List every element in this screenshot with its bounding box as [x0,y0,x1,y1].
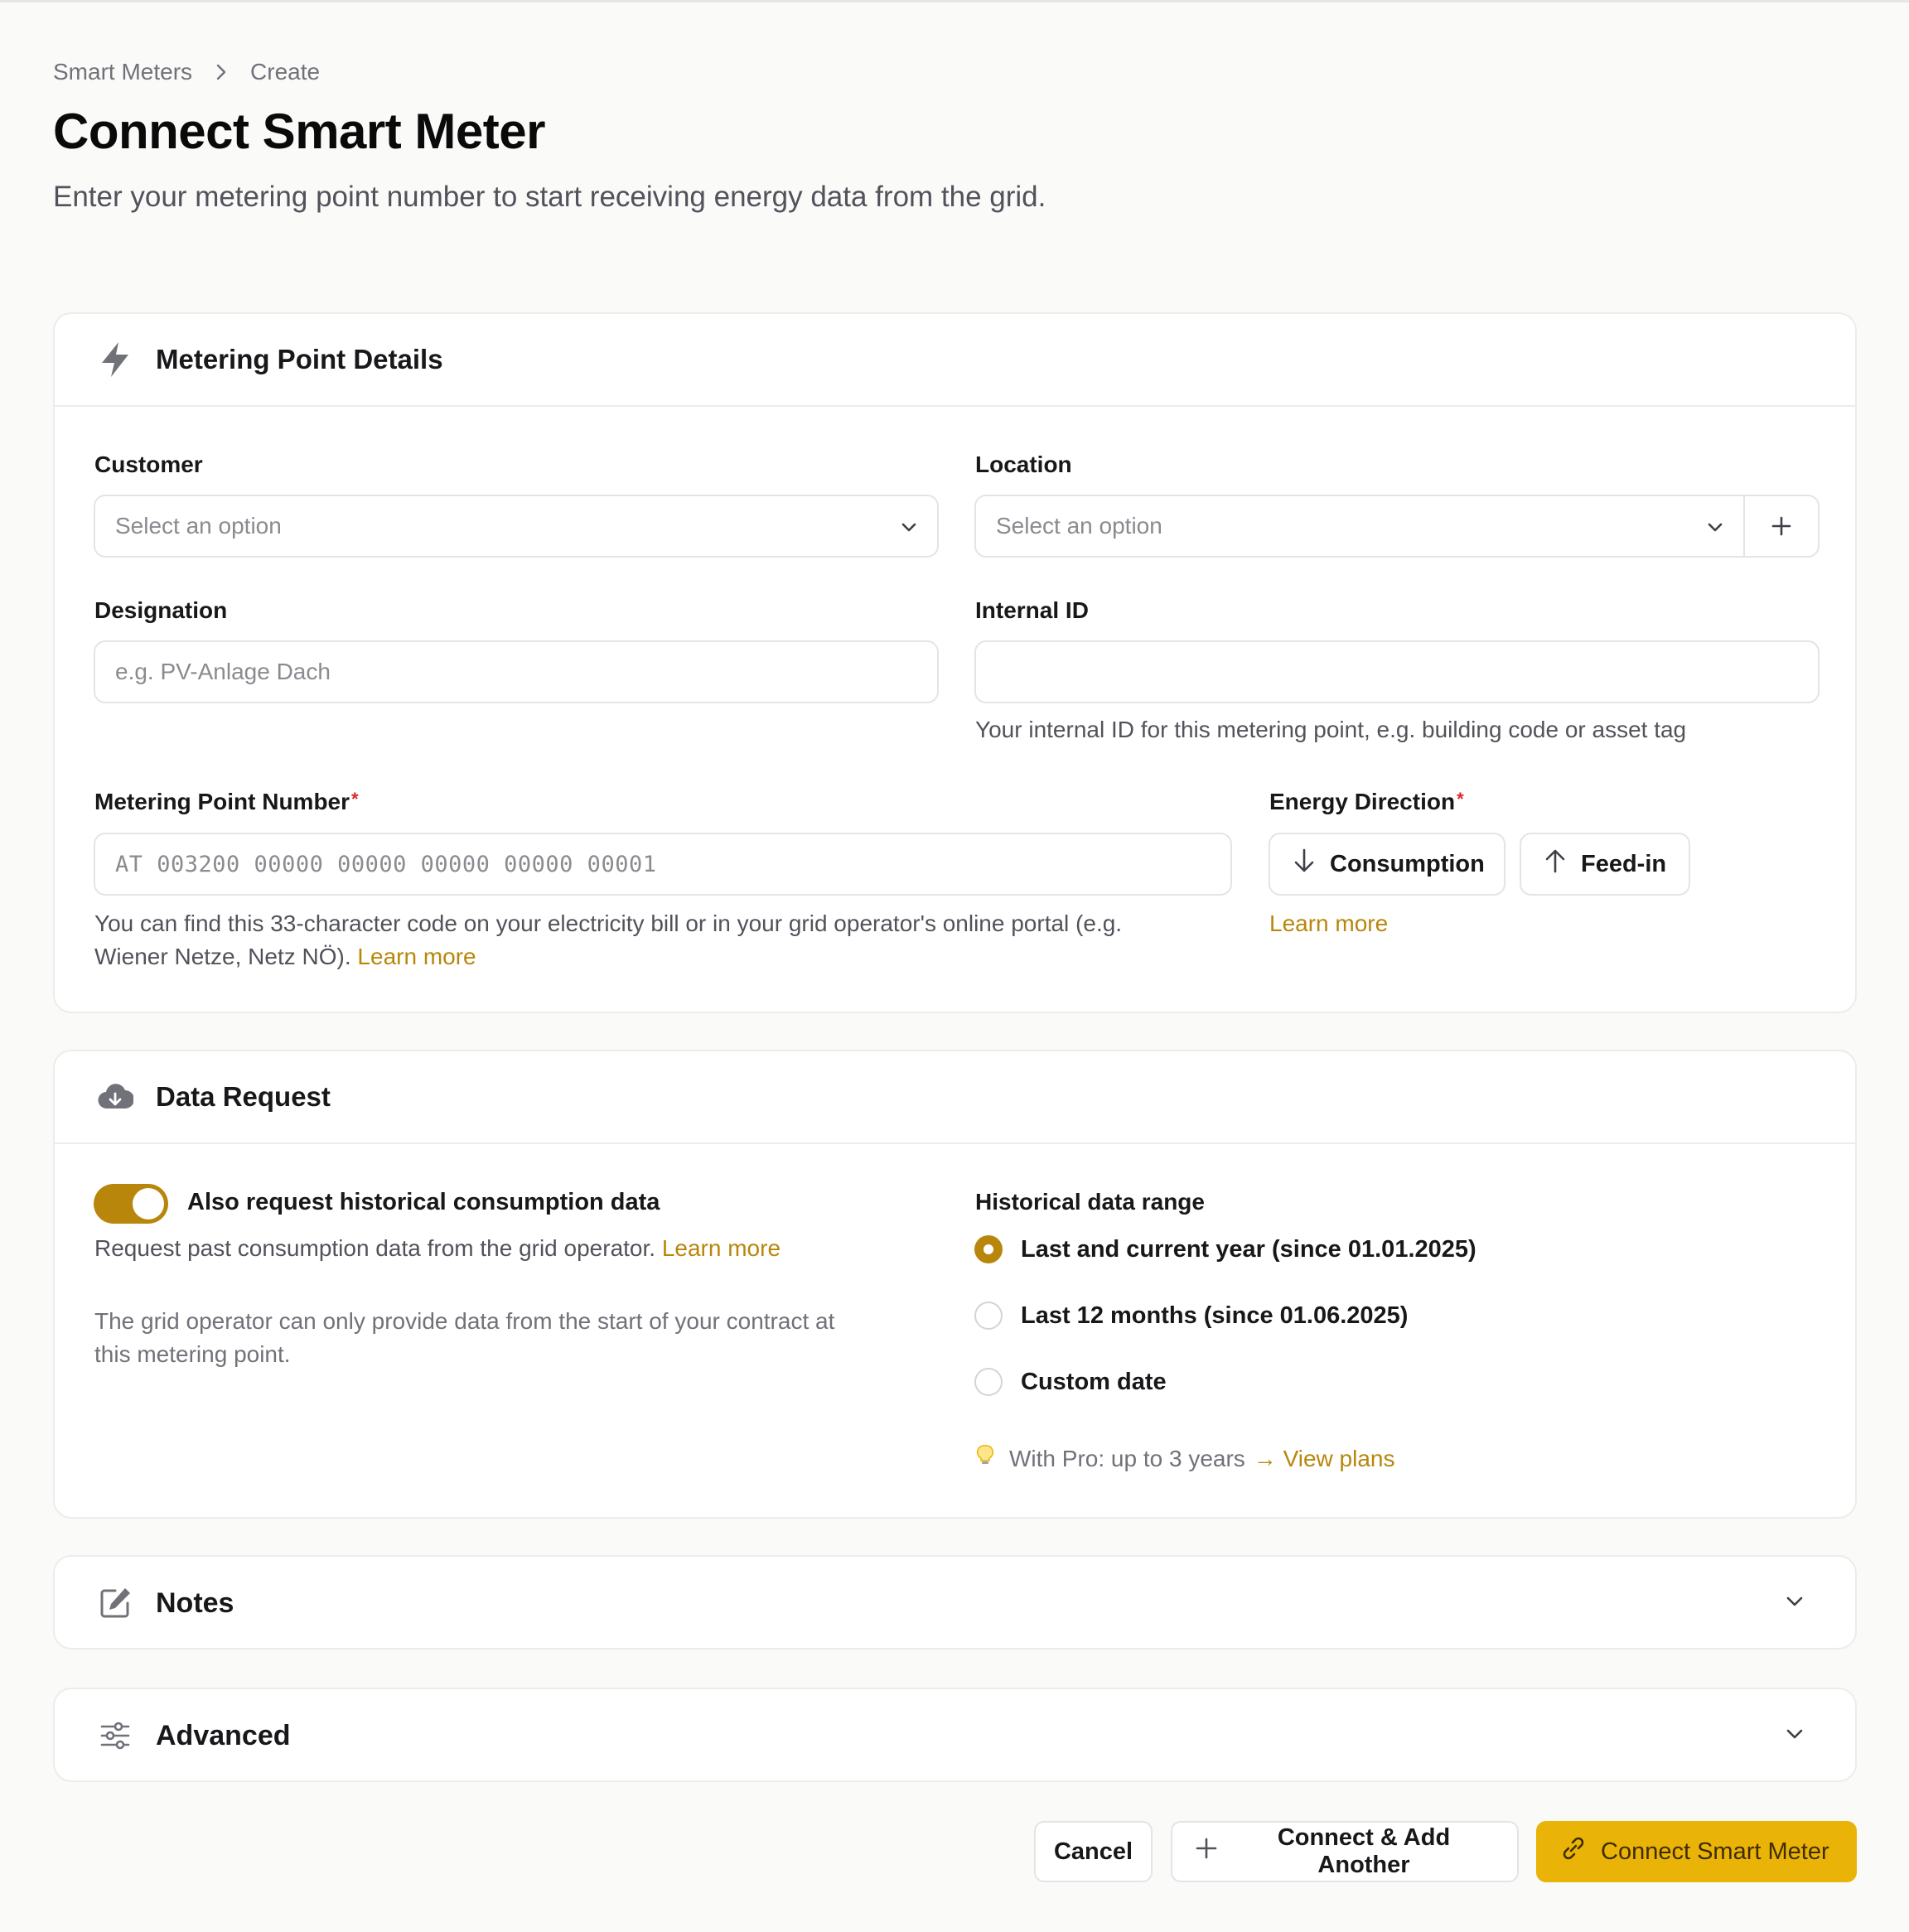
pro-upsell-note: With Pro: up to 3 years → View plans [976,1444,1394,1473]
chevron-right-icon [214,63,229,81]
historical-range-label: Historical data range [975,1189,1205,1215]
cloud-download-icon [96,1078,134,1116]
location-label: Location [975,452,1072,477]
direction-learn-more-link[interactable]: Learn more [1269,907,1388,940]
historical-learn-more-link[interactable]: Learn more [662,1235,781,1261]
pro-note-text: With Pro: up to 3 years [1009,1445,1245,1471]
arrow-up-icon [1543,848,1568,881]
breadcrumb: Smart Meters Create [53,56,320,89]
chevron-down-icon [1784,1591,1805,1616]
breadcrumb-create: Create [250,59,321,85]
internal-id-hint: Your internal ID for this metering point… [975,717,1687,742]
mpn-hint-line1: You can find this 33-character code on y… [94,910,1123,936]
page-subtitle: Enter your metering point number to star… [53,181,1046,213]
radio-custom-date[interactable]: Custom date [974,1368,1167,1396]
historical-description-text: Request past consumption data from the g… [94,1235,656,1261]
connect-smart-meter-label: Connect Smart Meter [1601,1838,1829,1865]
advanced-card[interactable]: Advanced [53,1688,1857,1782]
plus-icon [1194,1836,1219,1867]
designation-input[interactable]: e.g. PV-Anlage Dach [94,640,939,703]
mpn-placeholder: AT 003200 00000 00000 00000 00000 00001 [115,851,657,877]
customer-select[interactable]: Select an option [94,495,939,558]
radio-unselected [974,1302,1003,1330]
card-title: Metering Point Details [156,344,443,374]
required-marker: * [351,789,359,809]
radio-label: Custom date [1021,1368,1167,1395]
feed-in-label: Feed-in [1581,850,1667,877]
location-select[interactable]: Select an option [974,495,1820,558]
mpn-input[interactable]: AT 003200 00000 00000 00000 00000 00001 [94,833,1232,896]
data-request-header: Data Request [55,1051,1855,1144]
feed-in-button[interactable]: Feed-in [1520,833,1690,896]
edit-icon [96,1584,134,1622]
page-title: Connect Smart Meter [53,104,545,159]
notes-card[interactable]: Notes [53,1555,1857,1649]
mpn-label: Metering Point Number* [94,789,359,815]
add-location-button[interactable] [1743,496,1818,556]
data-request-card: Data Request Also request historical con… [53,1050,1857,1519]
internal-id-input[interactable] [974,640,1820,703]
historical-description: Request past consumption data from the g… [94,1232,781,1265]
plus-icon [1771,516,1791,536]
connect-add-another-button[interactable]: Connect & Add Another [1171,1821,1519,1882]
mpn-label-text: Metering Point Number [94,789,350,814]
metering-point-header: Metering Point Details [55,314,1855,407]
metering-point-card: Metering Point Details Customer Select a… [53,312,1857,1013]
designation-label: Designation [94,597,228,623]
notes-header[interactable]: Notes [55,1557,1855,1649]
consumption-button[interactable]: Consumption [1269,833,1505,896]
sliders-icon [96,1717,134,1755]
radio-unselected [974,1368,1003,1396]
chevron-down-icon [1784,1723,1805,1749]
breadcrumb-smart-meters[interactable]: Smart Meters [53,59,192,85]
energy-direction-label: Energy Direction* [1269,789,1464,815]
toggle-label: Also request historical consumption data [187,1189,660,1215]
chevron-down-icon [1705,516,1725,543]
note-line1: The grid operator can only provide data … [94,1308,835,1334]
radio-last-current-year[interactable]: Last and current year (since 01.01.2025) [974,1235,1476,1263]
consumption-label: Consumption [1330,850,1485,877]
radio-label: Last and current year (since 01.01.2025) [1021,1235,1476,1263]
mpn-learn-more-link[interactable]: Learn more [357,944,476,969]
toggle-knob [133,1188,164,1220]
arrow-down-icon [1292,848,1317,881]
grid-operator-note: The grid operator can only provide data … [94,1305,923,1371]
note-line2: this metering point. [94,1341,291,1367]
customer-placeholder: Select an option [115,513,282,539]
card-title: Data Request [156,1081,331,1112]
cancel-button[interactable]: Cancel [1034,1821,1153,1882]
connect-smart-meter-button[interactable]: Connect Smart Meter [1536,1821,1857,1882]
radio-last-12-months[interactable]: Last 12 months (since 01.06.2025) [974,1302,1408,1330]
lightbulb-icon [976,1444,994,1473]
advanced-header[interactable]: Advanced [55,1689,1855,1782]
card-title: Advanced [156,1719,291,1751]
required-marker: * [1457,789,1464,809]
chevron-down-icon [899,516,919,543]
historical-data-toggle[interactable] [94,1184,168,1224]
internal-id-label: Internal ID [975,597,1089,623]
view-plans-link[interactable]: → View plans [1254,1446,1395,1472]
link-icon [1559,1834,1588,1869]
card-title: Notes [156,1587,234,1619]
energy-direction-label-text: Energy Direction [1269,789,1456,814]
designation-placeholder: e.g. PV-Anlage Dach [115,659,331,684]
customer-label: Customer [94,452,203,477]
radio-selected [974,1235,1003,1263]
mpn-hint: You can find this 33-character code on y… [94,907,1246,973]
mpn-hint-line2: Wiener Netze, Netz NÖ). [94,944,351,969]
bolt-icon [96,341,134,379]
location-placeholder: Select an option [996,513,1162,539]
radio-label: Last 12 months (since 01.06.2025) [1021,1302,1409,1329]
connect-add-another-label: Connect & Add Another [1277,1824,1451,1878]
